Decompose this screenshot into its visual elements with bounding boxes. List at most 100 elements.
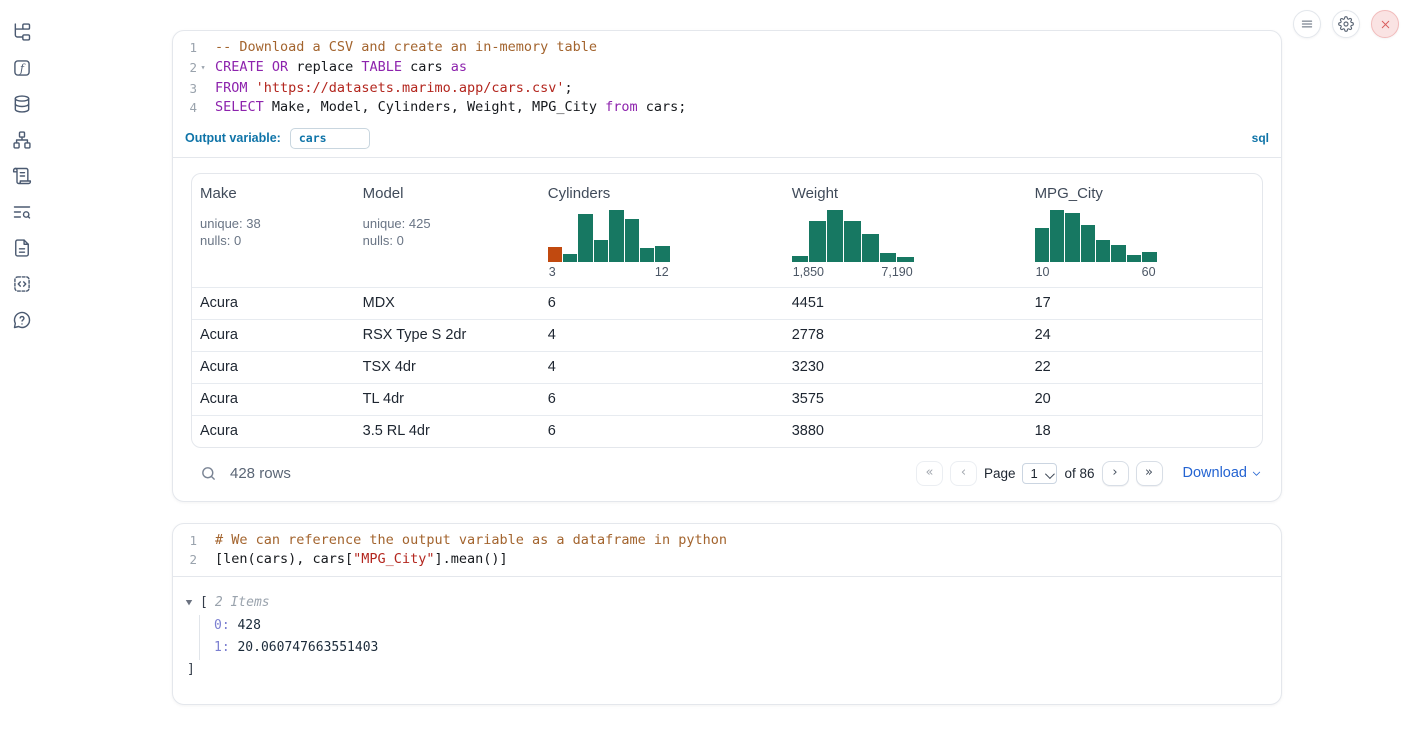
table-cell: Acura — [192, 320, 355, 351]
histogram-axis: 1,850 7,190 — [792, 265, 914, 279]
table-cell: 3880 — [784, 416, 1027, 447]
file-explorer-icon[interactable] — [12, 22, 32, 42]
table-cell: MDX — [355, 288, 540, 319]
histogram-axis: 1060 — [1035, 265, 1157, 279]
table-row: AcuraTL 4dr6357520 — [192, 383, 1262, 415]
column-histogram: 312 — [548, 210, 670, 279]
hist-bar — [625, 219, 639, 262]
menu-button[interactable] — [1293, 10, 1321, 38]
hist-bar — [1050, 210, 1064, 262]
language-badge: sql — [1252, 131, 1269, 145]
tree-entry: 0: 428 — [214, 615, 1263, 638]
dependency-graph-icon[interactable] — [12, 130, 32, 150]
fold-chevron-icon[interactable]: ▾ — [197, 58, 209, 79]
svg-text:f: f — [19, 62, 26, 75]
hist-bar — [792, 256, 809, 262]
tree-items: 0: 4281: 20.060747663551403 — [199, 615, 1263, 660]
hist-bar — [809, 221, 826, 262]
table-cell: 3230 — [784, 352, 1027, 383]
column-header-weight: Weight 1,850 7,190 — [784, 174, 1027, 287]
documentation-icon[interactable] — [12, 238, 32, 258]
download-button[interactable]: Download — [1183, 465, 1263, 481]
python-code-editor[interactable]: 1# We can reference the output variable … — [173, 524, 1281, 577]
axis-min-label: 1,850 — [793, 265, 824, 279]
sql-cell-toolbar: Output variable: sql — [173, 124, 1281, 158]
table-row: Acura3.5 RL 4dr6388018 — [192, 415, 1262, 447]
hist-bar — [1096, 240, 1110, 262]
fold-spacer — [197, 531, 209, 551]
line-number: 1 — [177, 38, 197, 58]
table-cell: Acura — [192, 288, 355, 319]
table-cell: 24 — [1027, 320, 1262, 351]
column-name: Weight — [792, 185, 1019, 202]
table-cell: 3.5 RL 4dr — [355, 416, 540, 447]
hist-bar — [1111, 245, 1125, 262]
column-name: Make — [200, 185, 347, 202]
outline-icon[interactable] — [12, 166, 32, 186]
code-line: 1 -- Download a CSV and create an in-memo… — [177, 38, 1269, 58]
page-select[interactable]: 1 — [1022, 463, 1057, 484]
hist-bar — [827, 210, 844, 262]
axis-max-label: 60 — [1142, 265, 1156, 279]
sql-cell: 1 -- Download a CSV and create an in-memo… — [172, 30, 1282, 502]
table-cell: 22 — [1027, 352, 1262, 383]
column-header-model: Model unique: 425nulls: 0 — [355, 174, 540, 287]
table-cell: 6 — [540, 384, 784, 415]
tree-entry-value: 20.060747663551403 — [230, 640, 379, 655]
collapse-chevron-icon[interactable]: ▼ — [186, 593, 202, 613]
fold-spacer — [197, 98, 209, 118]
axis-max-label: 12 — [655, 265, 669, 279]
last-page-button[interactable]: » — [1136, 461, 1163, 486]
hist-bar — [844, 221, 861, 262]
hist-bar — [1065, 213, 1079, 262]
sql-code-editor[interactable]: 1 -- Download a CSV and create an in-memo… — [173, 31, 1281, 124]
axis-max-label: 7,190 — [881, 265, 912, 279]
column-name: Cylinders — [548, 185, 776, 202]
table-cell: RSX Type S 2dr — [355, 320, 540, 351]
code-text: # We can reference the output variable a… — [209, 531, 727, 551]
code-line: 3FROM 'https://datasets.marimo.app/cars.… — [177, 79, 1269, 99]
next-page-button[interactable]: › — [1102, 461, 1129, 486]
column-stats: unique: 425nulls: 0 — [363, 215, 532, 249]
table-row: AcuraMDX6445117 — [192, 287, 1262, 319]
code-text: -- Download a CSV and create an in-memor… — [209, 38, 597, 58]
output-variable-input[interactable] — [290, 128, 370, 149]
variables-icon[interactable]: f — [12, 58, 32, 78]
datasources-icon[interactable] — [12, 94, 32, 114]
hist-bar — [594, 240, 608, 262]
settings-button[interactable] — [1332, 10, 1360, 38]
column-histogram: 1060 — [1035, 210, 1157, 279]
search-icon[interactable] — [200, 465, 217, 482]
topbar-actions — [1293, 10, 1399, 38]
hist-bar — [655, 246, 669, 262]
page-select-wrap: 1 — [1022, 463, 1057, 484]
tree-root: ▼ [ 2 Items — [187, 593, 1263, 613]
shutdown-button[interactable] — [1371, 10, 1399, 38]
table-row: AcuraTSX 4dr4323022 — [192, 351, 1262, 383]
code-text: CREATE OR replace TABLE cars as — [209, 58, 467, 79]
hist-bar — [1081, 225, 1095, 262]
tree-entry-key: 0: — [214, 618, 230, 633]
table-row: AcuraRSX Type S 2dr4277824 — [192, 319, 1262, 351]
logs-icon[interactable] — [12, 202, 32, 222]
column-stats: unique: 38nulls: 0 — [200, 215, 347, 249]
table-cell: 17 — [1027, 288, 1262, 319]
pagination: « ‹ Page 1 of 86 › » Download — [916, 461, 1262, 486]
histogram-bars — [548, 210, 670, 262]
fold-spacer — [197, 550, 209, 570]
hist-bar — [640, 248, 654, 262]
column-name: Model — [363, 185, 532, 202]
code-line: 2 [len(cars), cars["MPG_City"].mean()] — [177, 550, 1269, 570]
help-icon[interactable] — [12, 310, 32, 330]
snippets-icon[interactable] — [12, 274, 32, 294]
table-header: Make unique: 38nulls: 0 Model unique: 425nu… — [192, 174, 1262, 287]
code-line: 2▾CREATE OR replace TABLE cars as — [177, 58, 1269, 79]
table-cell: 20 — [1027, 384, 1262, 415]
prev-page-button[interactable]: ‹ — [950, 461, 977, 486]
column-header-cylinders: Cylinders 312 — [540, 174, 784, 287]
first-page-button[interactable]: « — [916, 461, 943, 486]
table-cell: 6 — [540, 288, 784, 319]
hist-bar — [578, 214, 592, 262]
line-number: 2 — [177, 550, 197, 570]
code-text: [len(cars), cars["MPG_City"].mean()] — [209, 550, 508, 570]
